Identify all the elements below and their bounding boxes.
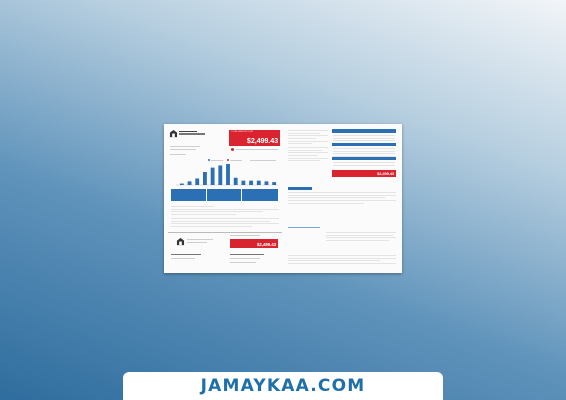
current-charges-header	[332, 143, 396, 146]
alert-text-line	[236, 149, 278, 150]
utility-logo-icon	[176, 238, 185, 246]
account-info-line	[170, 146, 200, 147]
slip-payee-line	[230, 262, 256, 263]
meter-reading-panel	[171, 189, 206, 201]
slip-company-line	[187, 242, 207, 243]
usage-bar	[264, 181, 269, 185]
important-info-text	[288, 192, 396, 205]
slip-address-line	[171, 254, 201, 255]
usage-chart	[174, 159, 280, 187]
slip-payee-line	[230, 258, 260, 259]
company-name-line	[179, 131, 219, 135]
adjustments-header	[332, 157, 396, 160]
account-info-line	[170, 149, 196, 150]
total-due-value: $2,499.43	[377, 171, 394, 176]
meter-details-block	[288, 147, 328, 163]
adjustments-rows	[333, 162, 395, 167]
bill-summary-rows	[333, 135, 395, 143]
message-text-block	[171, 206, 279, 217]
tariff-table-rows	[326, 232, 396, 243]
usage-bars	[176, 164, 278, 186]
watermark-site-name: JAMAYKAA.COM	[200, 376, 366, 396]
usage-bar	[203, 171, 207, 185]
bill-right-page: $2,499.43	[286, 127, 398, 270]
usage-bar	[249, 180, 253, 185]
utility-logo-icon	[169, 130, 178, 138]
usage-bar	[226, 164, 230, 185]
usage-bar	[179, 183, 184, 185]
slip-amount-value: $2,499.43	[256, 242, 276, 247]
slip-payee-line	[230, 254, 264, 255]
amount-due-label: TOTAL AMOUNT DUE	[231, 131, 253, 133]
charges-panel	[242, 189, 278, 201]
usage-bar	[218, 165, 223, 185]
account-details-block	[288, 130, 328, 146]
watermark-banner: JAMAYKAA.COM	[123, 372, 443, 400]
slip-account-line	[230, 235, 260, 236]
slip-address-line	[171, 258, 195, 259]
bill-summary-header	[332, 129, 396, 133]
amount-due-value: $2,499.43	[246, 136, 278, 145]
usage-bar	[241, 180, 246, 185]
usage-bar	[233, 177, 238, 185]
alert-icon	[231, 148, 234, 151]
usage-bar	[256, 180, 261, 185]
tariff-table-header-line	[288, 227, 320, 228]
bill-left-page: TOTAL AMOUNT DUE $2,499.43 $2,499.43	[168, 127, 282, 270]
usage-bar	[272, 182, 277, 185]
important-info-header	[288, 187, 312, 190]
usage-bar	[210, 167, 215, 185]
notice-text-block	[171, 218, 279, 229]
chart-title-line	[170, 154, 186, 155]
footer-terms-text	[288, 255, 396, 266]
total-due-bar: $2,499.43	[332, 170, 396, 177]
slip-amount-box: $2,499.43	[230, 239, 278, 248]
utility-bill-document: TOTAL AMOUNT DUE $2,499.43 $2,499.43 $2,…	[164, 124, 402, 273]
usage-bar	[195, 178, 200, 185]
tear-line	[168, 232, 282, 233]
amount-due-box: TOTAL AMOUNT DUE $2,499.43	[229, 130, 280, 146]
consumption-panel	[207, 189, 241, 201]
usage-bar	[187, 181, 192, 185]
slip-company-line	[187, 239, 213, 240]
